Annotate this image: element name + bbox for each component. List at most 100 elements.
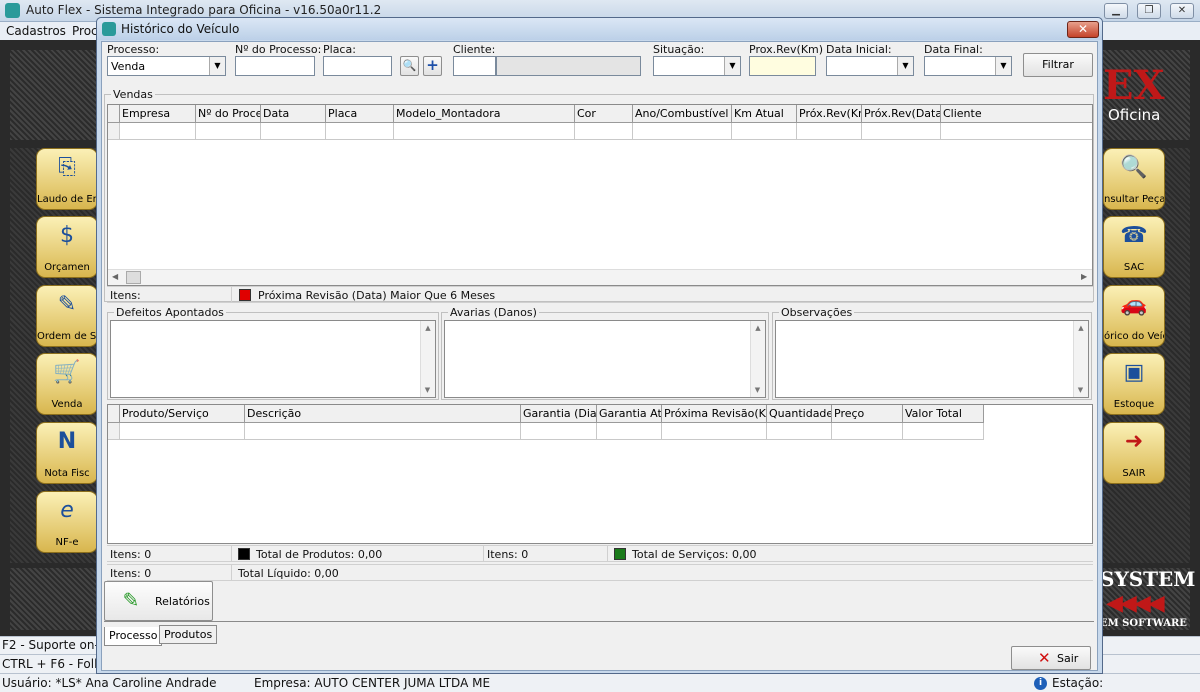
prox-rev-km-input[interactable] [749,56,816,76]
brand-logo: EX [1103,62,1165,109]
stock-icon: ▣ [1123,360,1145,385]
col-preco[interactable]: Preço [832,405,903,423]
col-empresa[interactable]: Empresa [120,105,196,123]
placa-input[interactable] [323,56,392,76]
col-produto-servico[interactable]: Produto/Serviço [120,405,245,423]
servicos-swatch [614,548,626,560]
num-processo-input[interactable] [235,56,315,76]
cart-icon: 🛒 [53,360,81,385]
legend-text: Próxima Revisão (Data) Maior Que 6 Meses [258,289,496,302]
tile-ordem-servico[interactable]: ✎ Ordem de Se [36,285,98,347]
total-liquido: Total Líquido: 0,00 [238,567,339,580]
defeitos-memo[interactable]: ▲ ▼ [110,320,436,398]
col-placa[interactable]: Placa [326,105,394,123]
col-descricao[interactable]: Descrição [245,405,521,423]
legend-swatch [239,289,251,301]
nfe-icon: e [60,498,74,523]
col-cliente[interactable]: Cliente [941,105,1092,123]
status-line-3: Usuário: *LS* Ana Caroline Andrade Empre… [0,673,1200,692]
col-proxima-revisao-km[interactable]: Próxima Revisão(Km) [662,405,767,423]
minimize-icon[interactable]: ▁ [1104,3,1128,19]
tile-orcamento[interactable]: $ Orçamen [36,216,98,278]
tile-sair[interactable]: ➜ SAIR [1103,422,1165,484]
chevron-down-icon[interactable]: ▼ [897,57,913,75]
chevron-down-icon[interactable]: ▼ [724,57,740,75]
observacoes-memo[interactable]: ▲ ▼ [775,320,1089,398]
data-inicial-picker[interactable]: ▼ [826,56,914,76]
col-num-processo[interactable]: Nº do Proces [196,105,261,123]
invoice-icon: N [57,429,77,454]
chevron-down-icon[interactable]: ▼ [209,57,225,75]
exit-door-icon: ➜ [1124,429,1144,454]
report-icon: ✎ [122,588,140,612]
vendas-grid[interactable]: Empresa Nº do Proces Data Placa Modelo_M… [107,104,1093,286]
col-prox-rev-km[interactable]: Próx.Rev(Km [797,105,862,123]
total-produtos: Total de Produtos: 0,00 [256,548,383,561]
col-garantia-dias[interactable]: Garantia (Dias) [521,405,597,423]
tile-venda[interactable]: 🛒 Venda [36,353,98,415]
filtrar-button[interactable]: Filtrar [1023,53,1093,77]
tile-consultar-pecas[interactable]: 🔍 nsultar Peças [1103,148,1165,210]
relatorios-button[interactable]: ✎ Relatórios [104,581,213,621]
cliente-code-input[interactable] [453,56,496,76]
close-main-icon[interactable]: ✕ [1170,3,1194,19]
scroll-thumb[interactable] [126,271,141,284]
col-data[interactable]: Data [261,105,326,123]
tab-produtos[interactable]: Produtos [159,625,218,644]
col-cor[interactable]: Cor [575,105,633,123]
vendas-itens: Itens: [110,289,141,302]
brand-software: EM SOFTWARE [1100,618,1187,629]
vendas-hscrollbar[interactable]: ◀ ▶ [108,269,1092,285]
tile-sac[interactable]: ☎ SAC [1103,216,1165,278]
tile-estoque[interactable]: ▣ Estoque [1103,353,1165,415]
brand-arrows-icon: ◀◀◀◀ [1106,591,1165,616]
menu-cadastros[interactable]: Cadastros [6,24,66,38]
menu-processos[interactable]: Proc [72,24,98,38]
total-servicos: Total de Serviços: 0,00 [632,548,757,561]
defeitos-scrollbar[interactable]: ▲ ▼ [420,321,435,397]
col-km-atual[interactable]: Km Atual [732,105,797,123]
dialog-titlebar: Histórico do Veículo ✕ [97,18,1102,40]
tile-nfe[interactable]: e NF-e [36,491,98,553]
tile-nota-fiscal[interactable]: N Nota Fisc [36,422,98,484]
col-modelo[interactable]: Modelo_Montadora [394,105,575,123]
cliente-name-field [496,56,641,76]
situacao-select[interactable]: ▼ [653,56,741,76]
itens-liquido: Itens: 0 [110,567,152,580]
scroll-left-icon[interactable]: ◀ [112,272,118,281]
avarias-memo[interactable]: ▲ ▼ [444,320,766,398]
chevron-down-icon[interactable]: ▼ [995,57,1011,75]
add-button[interactable]: + [423,56,442,76]
row-indicator [108,123,120,140]
dialog-close-button[interactable]: ✕ [1067,21,1099,38]
inspection-icon: ⎘ [58,155,76,180]
cliente-label: Cliente: [453,43,496,56]
col-ano-combustivel[interactable]: Ano/Combustível [633,105,732,123]
tile-historico-veiculo[interactable]: 🚗órico do Veículo [1103,285,1165,347]
row-indicator [108,423,120,440]
prox-rev-km-label: Prox.Rev(Km) [749,43,824,56]
historico-dialog: Histórico do Veículo ✕ Processo: Venda ▼ … [96,17,1103,674]
search-placa-button[interactable]: 🔍 [400,56,419,76]
scroll-right-icon[interactable]: ▶ [1081,272,1087,281]
tab-processo[interactable]: Processo [104,627,163,646]
col-quantidade[interactable]: Quantidade [767,405,832,423]
sair-button[interactable]: ✕ Sair [1011,646,1091,670]
observacoes-scrollbar[interactable]: ▲ ▼ [1073,321,1088,397]
produtos-grid[interactable]: Produto/Serviço Descrição Garantia (Dias… [107,404,1093,544]
restore-icon[interactable]: ❐ [1137,3,1161,19]
brand-subtitle: Oficina [1108,106,1161,124]
col-prox-rev-data[interactable]: Próx.Rev(Data) [862,105,941,123]
processo-select[interactable]: Venda ▼ [107,56,226,76]
tile-laudo[interactable]: ⎘ Laudo de En [36,148,98,210]
search-parts-icon: 🔍 [1120,155,1148,180]
situacao-label: Situação: [653,43,705,56]
avarias-scrollbar[interactable]: ▲ ▼ [750,321,765,397]
headset-icon: ☎ [1120,223,1148,248]
col-valor-total[interactable]: Valor Total [903,405,984,423]
col-garantia-ate[interactable]: Garantia Até [597,405,662,423]
vendas-title: Vendas [111,88,155,101]
app-icon [5,3,20,18]
data-final-picker[interactable]: ▼ [924,56,1012,76]
processo-label: Processo: [107,43,160,56]
